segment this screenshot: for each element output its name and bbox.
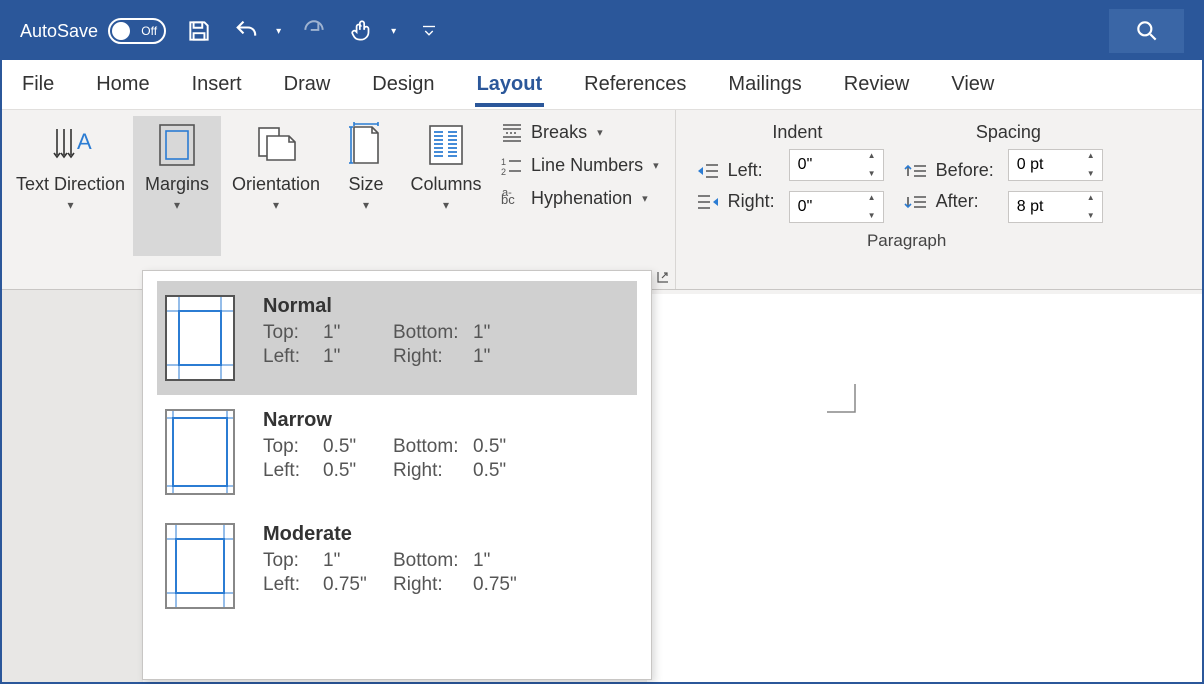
- spacing-before-input[interactable]: 0 pt ▲▼: [1008, 149, 1103, 181]
- autosave-state: Off: [141, 24, 157, 38]
- tab-layout[interactable]: Layout: [475, 63, 545, 106]
- size-icon: [346, 120, 386, 170]
- breaks-button[interactable]: Breaks ▾: [501, 122, 659, 143]
- tab-insert[interactable]: Insert: [190, 63, 244, 106]
- size-label: Size: [349, 174, 384, 196]
- spacing-after-label: After:: [936, 191, 979, 212]
- autosave-control[interactable]: AutoSave Off: [20, 18, 166, 44]
- margin-thumb-icon: [165, 409, 235, 495]
- line-numbers-label: Line Numbers: [531, 155, 643, 176]
- size-button[interactable]: Size ▾: [331, 116, 401, 256]
- margin-option-narrow[interactable]: Narrow Top: 0.5" Bottom: 0.5" Left: 0.5"…: [157, 395, 637, 509]
- tab-draw[interactable]: Draw: [282, 63, 333, 106]
- chevron-down-icon: ▾: [597, 126, 603, 139]
- text-direction-icon: A: [49, 120, 93, 170]
- group-paragraph: Indent Spacing Left: Right: 0": [676, 110, 1138, 289]
- spacing-before-label: Before:: [936, 160, 994, 181]
- indent-left-value: 0": [798, 156, 813, 174]
- touch-dropdown-chevron-icon[interactable]: ▾: [391, 26, 396, 37]
- orientation-button[interactable]: Orientation ▾: [221, 116, 331, 256]
- svg-text:2: 2: [501, 167, 506, 176]
- svg-text:1: 1: [501, 157, 506, 167]
- tab-view[interactable]: View: [949, 63, 996, 106]
- chevron-down-icon: ▾: [68, 198, 74, 212]
- autosave-toggle[interactable]: Off: [108, 18, 166, 44]
- line-numbers-button[interactable]: 1 2 Line Numbers ▾: [501, 155, 659, 176]
- hyphenation-button[interactable]: bc a- Hyphenation ▾: [501, 188, 659, 209]
- spacing-before-icon: [904, 162, 928, 180]
- undo-icon[interactable]: [232, 16, 262, 46]
- margin-thumb-icon: [165, 523, 235, 609]
- hyphenation-label: Hyphenation: [531, 188, 632, 209]
- autosave-label: AutoSave: [20, 21, 98, 42]
- indent-left-label: Left:: [728, 160, 763, 181]
- margin-name: Narrow: [263, 409, 629, 432]
- title-bar: AutoSave Off ▾ ▾: [2, 2, 1202, 60]
- margins-button[interactable]: Margins ▾: [133, 116, 221, 256]
- columns-button[interactable]: Columns ▾: [401, 116, 491, 256]
- indent-header: Indent: [772, 122, 822, 143]
- touch-mode-icon[interactable]: [347, 16, 377, 46]
- tab-file[interactable]: File: [20, 63, 56, 106]
- chevron-down-icon: ▾: [174, 198, 180, 212]
- indent-right-input[interactable]: 0" ▲▼: [789, 191, 884, 223]
- text-direction-button[interactable]: A Text Direction ▾: [8, 116, 133, 256]
- margins-dropdown-menu: Normal Top: 1" Bottom: 1" Left: 1" Right…: [142, 270, 652, 680]
- tab-references[interactable]: References: [582, 63, 688, 106]
- spinner-arrows[interactable]: ▲▼: [1087, 194, 1099, 220]
- spinner-arrows[interactable]: ▲▼: [868, 194, 880, 220]
- chevron-down-icon: ▾: [363, 198, 369, 212]
- breaks-label: Breaks: [531, 122, 587, 143]
- margin-option-normal[interactable]: Normal Top: 1" Bottom: 1" Left: 1" Right…: [157, 281, 637, 395]
- chevron-down-icon: ▾: [642, 192, 648, 205]
- spacing-after-input[interactable]: 8 pt ▲▼: [1008, 191, 1103, 223]
- document-gutter: [2, 290, 143, 682]
- orientation-icon: [253, 120, 299, 170]
- spacing-header: Spacing: [976, 122, 1041, 143]
- ribbon-layout: A Text Direction ▾ Margins ▾: [2, 110, 1202, 290]
- toggle-knob: [112, 22, 130, 40]
- insertion-cursor-icon: [827, 384, 857, 414]
- ribbon-tabs: File Home Insert Draw Design Layout Refe…: [2, 60, 1202, 110]
- paragraph-group-label: Paragraph: [696, 231, 1118, 251]
- indent-right-icon: [696, 193, 720, 211]
- chevron-down-icon: ▾: [653, 159, 659, 172]
- undo-dropdown-chevron-icon[interactable]: ▾: [276, 26, 281, 37]
- page-setup-dialog-launcher[interactable]: [655, 269, 671, 285]
- orientation-label: Orientation: [232, 174, 320, 196]
- indent-right-label: Right:: [728, 191, 775, 212]
- margins-label: Margins: [145, 174, 209, 196]
- indent-left-icon: [696, 162, 720, 180]
- redo-icon[interactable]: [299, 16, 329, 46]
- margins-icon: [156, 120, 198, 170]
- tab-home[interactable]: Home: [94, 63, 151, 106]
- margin-name: Moderate: [263, 523, 629, 546]
- customize-qat-icon[interactable]: [414, 16, 444, 46]
- document-canvas[interactable]: [647, 294, 1202, 682]
- spinner-arrows[interactable]: ▲▼: [1087, 152, 1099, 178]
- indent-left-input[interactable]: 0" ▲▼: [789, 149, 884, 181]
- chevron-down-icon: ▾: [273, 198, 279, 212]
- spinner-arrows[interactable]: ▲▼: [868, 152, 880, 178]
- spacing-after-value: 8 pt: [1017, 198, 1044, 216]
- columns-icon: [425, 120, 467, 170]
- tab-mailings[interactable]: Mailings: [726, 63, 803, 106]
- search-button[interactable]: [1109, 9, 1184, 53]
- indent-right-value: 0": [798, 198, 813, 216]
- page-setup-small-items: Breaks ▾ 1 2 Line Numbers ▾ bc a-: [491, 116, 669, 215]
- columns-label: Columns: [411, 174, 482, 196]
- tab-design[interactable]: Design: [370, 63, 436, 106]
- tab-review[interactable]: Review: [842, 63, 912, 106]
- group-page-setup: A Text Direction ▾ Margins ▾: [2, 110, 676, 289]
- svg-text:a-: a-: [502, 189, 512, 199]
- save-icon[interactable]: [184, 16, 214, 46]
- text-direction-label: Text Direction: [16, 174, 125, 196]
- spacing-after-icon: [904, 193, 928, 211]
- chevron-down-icon: ▾: [443, 198, 449, 212]
- margin-thumb-icon: [165, 295, 235, 381]
- spacing-before-value: 0 pt: [1017, 156, 1044, 174]
- margin-option-moderate[interactable]: Moderate Top: 1" Bottom: 1" Left: 0.75" …: [157, 509, 637, 623]
- svg-text:A: A: [77, 129, 92, 154]
- margin-name: Normal: [263, 295, 629, 318]
